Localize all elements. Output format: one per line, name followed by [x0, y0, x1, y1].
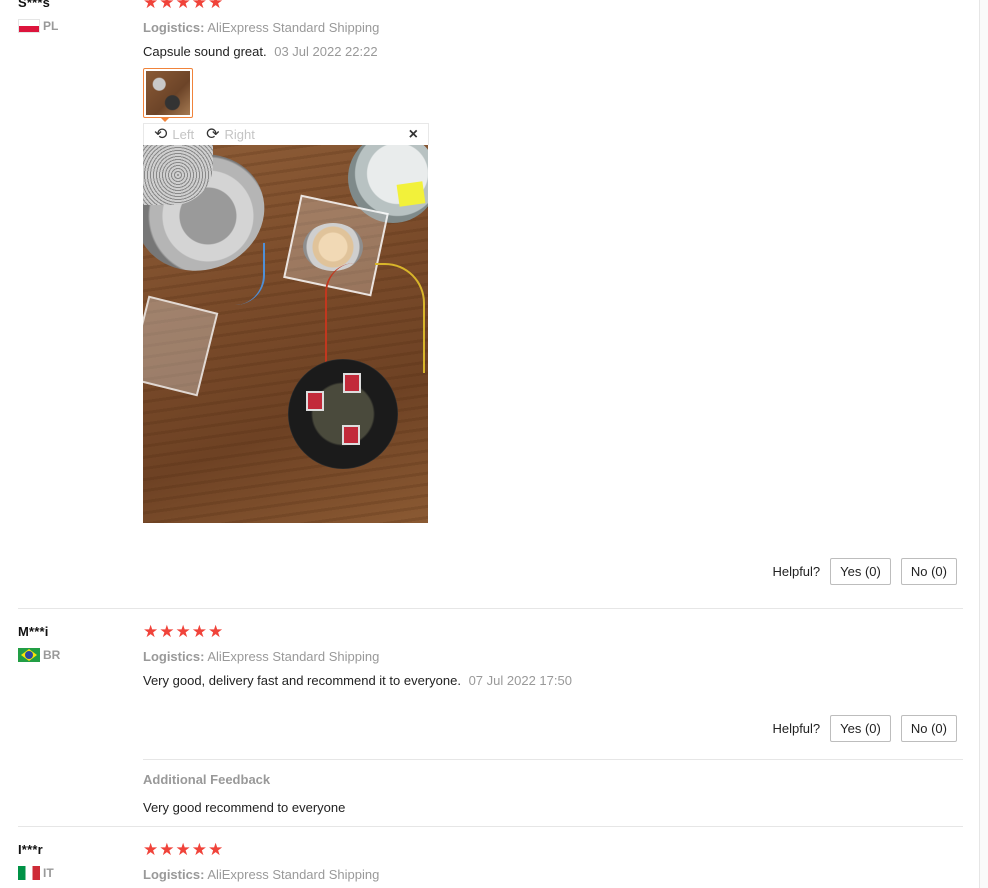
reviewer-info: S***s PL — [18, 0, 128, 34]
country-code: IT — [43, 866, 54, 880]
photo-viewer: ⟲ Left ⟳ Right × — [143, 123, 429, 523]
reviewer-country: BR — [18, 647, 128, 663]
review-text-line: Very good, delivery fast and recommend i… — [143, 673, 963, 688]
logistics-value: AliExpress Standard Shipping — [207, 649, 380, 664]
star-icon: ★★★★★ — [143, 0, 225, 12]
reviews-page: S***s PL ★★★★★ Logistics: AliExpress Sta… — [0, 0, 988, 888]
flag-pl-icon — [18, 19, 40, 33]
reviewer-info: I***r IT — [18, 842, 128, 881]
helpful-label: Helpful? — [772, 564, 821, 579]
reviewer-name: M***i — [18, 624, 49, 639]
photo-detail — [343, 373, 361, 393]
logistics-label: Logistics: — [143, 867, 205, 882]
additional-feedback-divider — [143, 759, 963, 760]
photo-detail — [231, 243, 265, 305]
logistics-info: Logistics: AliExpress Standard Shipping — [143, 649, 963, 664]
logistics-info: Logistics: AliExpress Standard Shipping — [143, 867, 963, 882]
review-photo-large — [143, 145, 428, 523]
rotate-right-label: Right — [224, 127, 255, 142]
review-divider — [18, 608, 963, 609]
review-divider — [18, 826, 963, 827]
review-item: I***r IT ★★★★★ Logistics: AliExpress Sta… — [0, 840, 965, 888]
photo-detail — [396, 181, 426, 207]
helpful-no-button[interactable]: No (0) — [900, 715, 957, 742]
additional-feedback-text: Very good recommend to everyone — [143, 800, 346, 815]
photo-detail — [375, 263, 425, 373]
thumbnail-pointer — [160, 117, 170, 122]
rotate-left-icon: ⟲ — [154, 125, 168, 143]
country-code: BR — [43, 648, 61, 662]
reviewer-info: M***i BR — [18, 624, 128, 663]
photo-viewer-toolbar: ⟲ Left ⟳ Right × — [143, 123, 429, 145]
rotate-right-button[interactable]: ⟳ Right — [206, 125, 255, 143]
rotate-left-label: Left — [172, 127, 195, 142]
star-rating: ★★★★★ — [143, 0, 963, 11]
logistics-value: AliExpress Standard Shipping — [207, 20, 380, 35]
photo-detail — [325, 263, 355, 373]
review-text: Very good, delivery fast and recommend i… — [143, 673, 461, 688]
photo-detail — [143, 295, 219, 397]
helpful-yes-button[interactable]: Yes (0) — [830, 715, 891, 742]
close-icon[interactable]: × — [409, 126, 418, 144]
star-icon: ★★★★★ — [143, 622, 225, 641]
review-content: ★★★★★ Logistics: AliExpress Standard Shi… — [143, 840, 963, 882]
rotate-right-icon: ⟳ — [206, 125, 220, 143]
review-text: Capsule sound great. — [143, 44, 267, 59]
review-photo-thumbnail[interactable] — [143, 68, 193, 118]
additional-feedback-title: Additional Feedback — [143, 772, 271, 787]
review-content: ★★★★★ Logistics: AliExpress Standard Shi… — [143, 0, 963, 523]
photo-detail — [342, 425, 360, 445]
logistics-info: Logistics: AliExpress Standard Shipping — [143, 20, 963, 35]
reviewer-name: S***s — [18, 0, 51, 10]
thumbnail-image — [146, 71, 190, 115]
review-content: ★★★★★ Logistics: AliExpress Standard Shi… — [143, 622, 963, 688]
photo-detail — [306, 391, 324, 411]
star-rating: ★★★★★ — [143, 840, 963, 859]
helpful-votes: Helpful? Yes (0) No (0) — [772, 558, 957, 585]
reviewer-name: I***r — [18, 842, 43, 857]
helpful-yes-button[interactable]: Yes (0) — [830, 558, 891, 585]
star-rating: ★★★★★ — [143, 622, 963, 641]
review-date: 07 Jul 2022 17:50 — [468, 673, 572, 688]
review-date: 03 Jul 2022 22:22 — [274, 44, 378, 59]
flag-br-icon — [18, 648, 40, 662]
logistics-label: Logistics: — [143, 649, 205, 664]
country-code: PL — [43, 19, 59, 33]
scrollbar[interactable] — [979, 0, 988, 888]
flag-it-icon — [18, 866, 40, 880]
review-item: M***i BR ★★★★★ Logistics: AliExpress Sta… — [0, 622, 965, 824]
helpful-no-button[interactable]: No (0) — [900, 558, 957, 585]
reviewer-country: PL — [18, 18, 128, 34]
helpful-votes: Helpful? Yes (0) No (0) — [772, 715, 957, 742]
rotate-left-button[interactable]: ⟲ Left — [154, 125, 195, 143]
helpful-label: Helpful? — [772, 721, 821, 736]
reviewer-country: IT — [18, 865, 128, 881]
review-text-line: Capsule sound great. 03 Jul 2022 22:22 — [143, 44, 963, 59]
logistics-label: Logistics: — [143, 20, 205, 35]
review-item: S***s PL ★★★★★ Logistics: AliExpress Sta… — [0, 0, 965, 595]
logistics-value: AliExpress Standard Shipping — [207, 867, 380, 882]
star-icon: ★★★★★ — [143, 840, 225, 859]
